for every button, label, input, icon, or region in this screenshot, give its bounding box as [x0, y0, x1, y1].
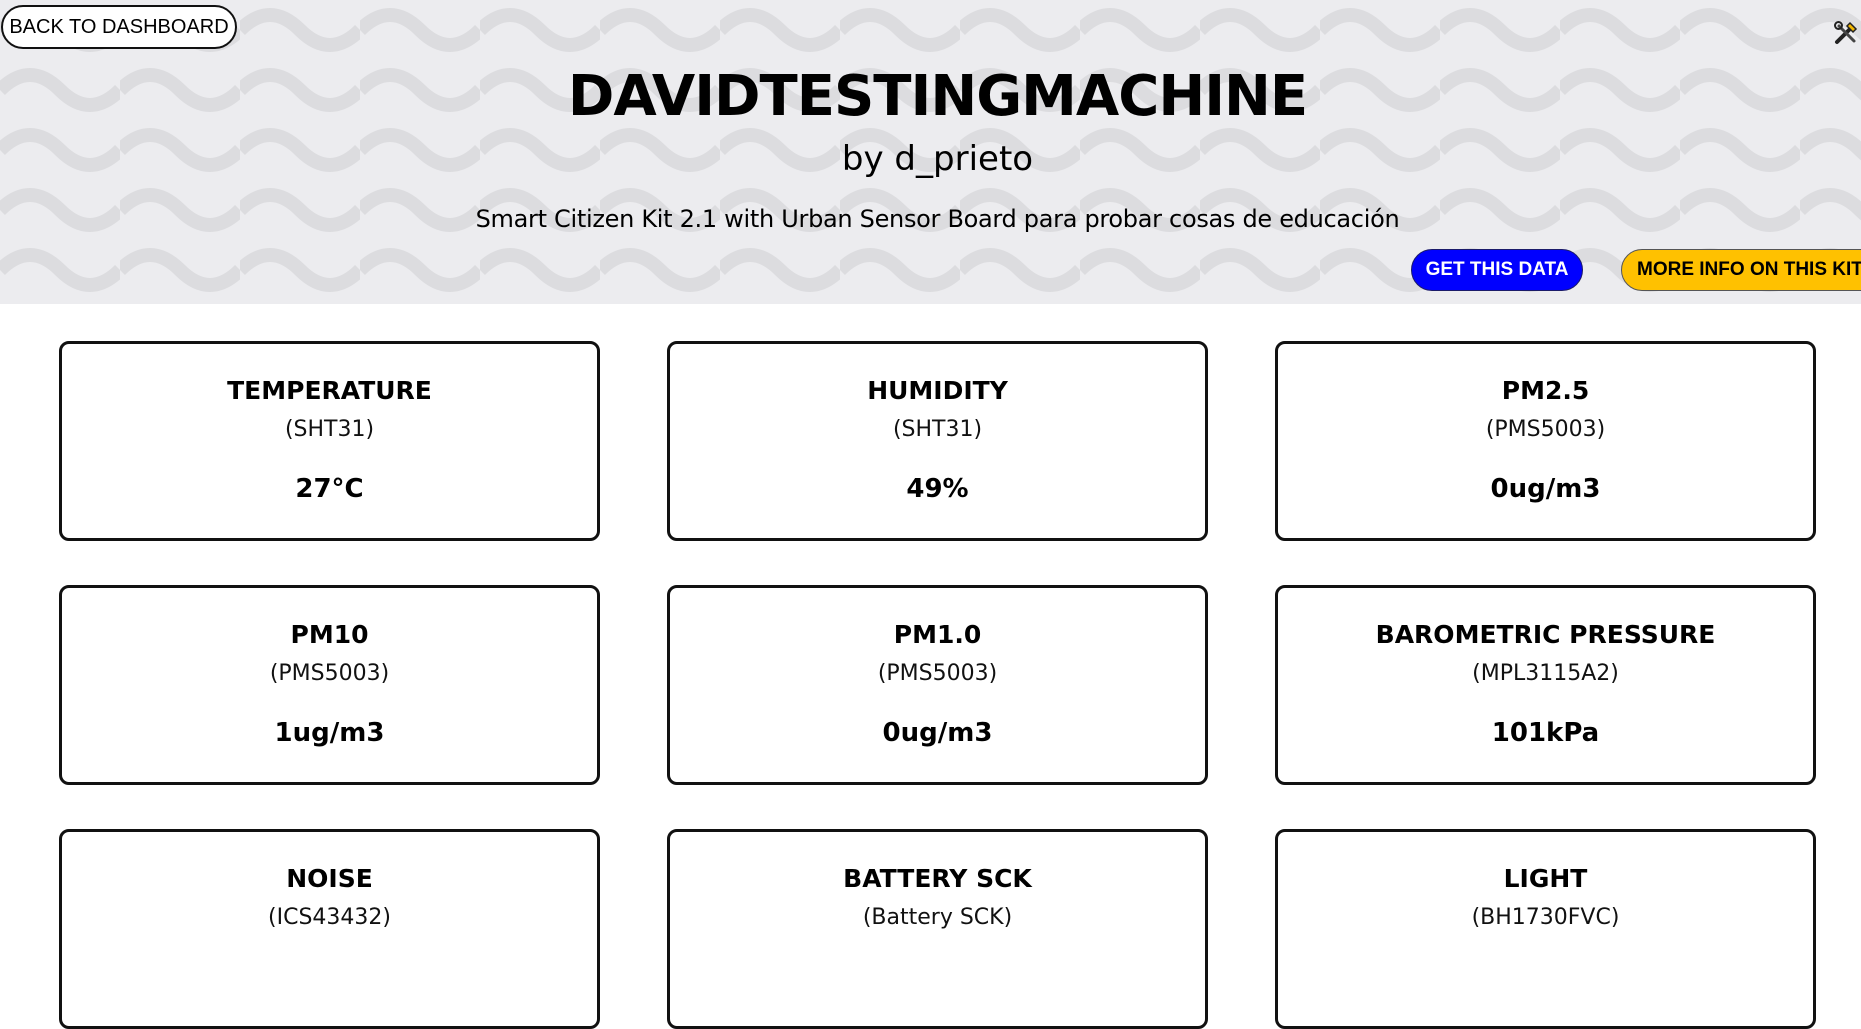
- sensor-model: (MPL3115A2): [1472, 661, 1619, 686]
- kit-description: Smart Citizen Kit 2.1 with Urban Sensor …: [475, 205, 1400, 233]
- sensor-name: TEMPERATURE: [227, 376, 432, 405]
- sensor-name: NOISE: [286, 864, 373, 893]
- sensor-grid: TEMPERATURE (SHT31) 27°C HUMIDITY (SHT31…: [59, 341, 1816, 1029]
- sensor-model: (SHT31): [284, 417, 375, 442]
- sensor-value: 0ug/m3: [1490, 474, 1601, 504]
- sensor-model: (PMS5003): [269, 661, 390, 686]
- sensor-model: (Battery SCK): [862, 905, 1013, 930]
- sensor-card-light[interactable]: LIGHT (BH1730FVC): [1275, 829, 1816, 1029]
- sensor-card-barometric-pressure[interactable]: BAROMETRIC PRESSURE (MPL3115A2) 101kPa: [1275, 585, 1816, 785]
- sensor-model: (ICS43432): [268, 905, 391, 930]
- sensor-name: LIGHT: [1503, 864, 1588, 893]
- sensor-value: 1ug/m3: [274, 718, 385, 748]
- sensor-card-pm10[interactable]: PM10 (PMS5003) 1ug/m3: [59, 585, 600, 785]
- sensor-name: PM1.0: [893, 620, 982, 649]
- sensor-model: (PMS5003): [1485, 417, 1606, 442]
- tools-icon[interactable]: [1833, 20, 1859, 46]
- sensor-model: (SHT31): [892, 417, 983, 442]
- get-this-data-button[interactable]: GET THIS DATA: [1411, 249, 1583, 291]
- more-info-button[interactable]: MORE INFO ON THIS KIT: [1621, 249, 1861, 291]
- sensor-value: 49%: [906, 474, 969, 504]
- sensor-model: (BH1730FVC): [1471, 905, 1620, 930]
- kit-owner: by d_prieto: [841, 139, 1034, 179]
- sensor-name: BATTERY SCK: [843, 864, 1032, 893]
- sensor-card-temperature[interactable]: TEMPERATURE (SHT31) 27°C: [59, 341, 600, 541]
- sensor-value: 0ug/m3: [882, 718, 993, 748]
- sensor-value: 27°C: [295, 474, 364, 504]
- sensor-card-pm1[interactable]: PM1.0 (PMS5003) 0ug/m3: [667, 585, 1208, 785]
- sensor-card-pm25[interactable]: PM2.5 (PMS5003) 0ug/m3: [1275, 341, 1816, 541]
- sensor-card-noise[interactable]: NOISE (ICS43432): [59, 829, 600, 1029]
- kit-header: BACK TO DASHBOARD DAVIDTESTINGMACHINE by…: [0, 0, 1861, 304]
- sensor-name: HUMIDITY: [867, 376, 1008, 405]
- sensor-value: 101kPa: [1491, 718, 1600, 748]
- sensor-card-battery[interactable]: BATTERY SCK (Battery SCK): [667, 829, 1208, 1029]
- sensor-model: (PMS5003): [877, 661, 998, 686]
- back-to-dashboard-button[interactable]: BACK TO DASHBOARD: [1, 5, 237, 49]
- sensor-name: BAROMETRIC PRESSURE: [1375, 620, 1716, 649]
- sensor-name: PM2.5: [1501, 376, 1590, 405]
- sensor-card-humidity[interactable]: HUMIDITY (SHT31) 49%: [667, 341, 1208, 541]
- sensor-name: PM10: [290, 620, 369, 649]
- kit-title: DAVIDTESTINGMACHINE: [567, 64, 1308, 129]
